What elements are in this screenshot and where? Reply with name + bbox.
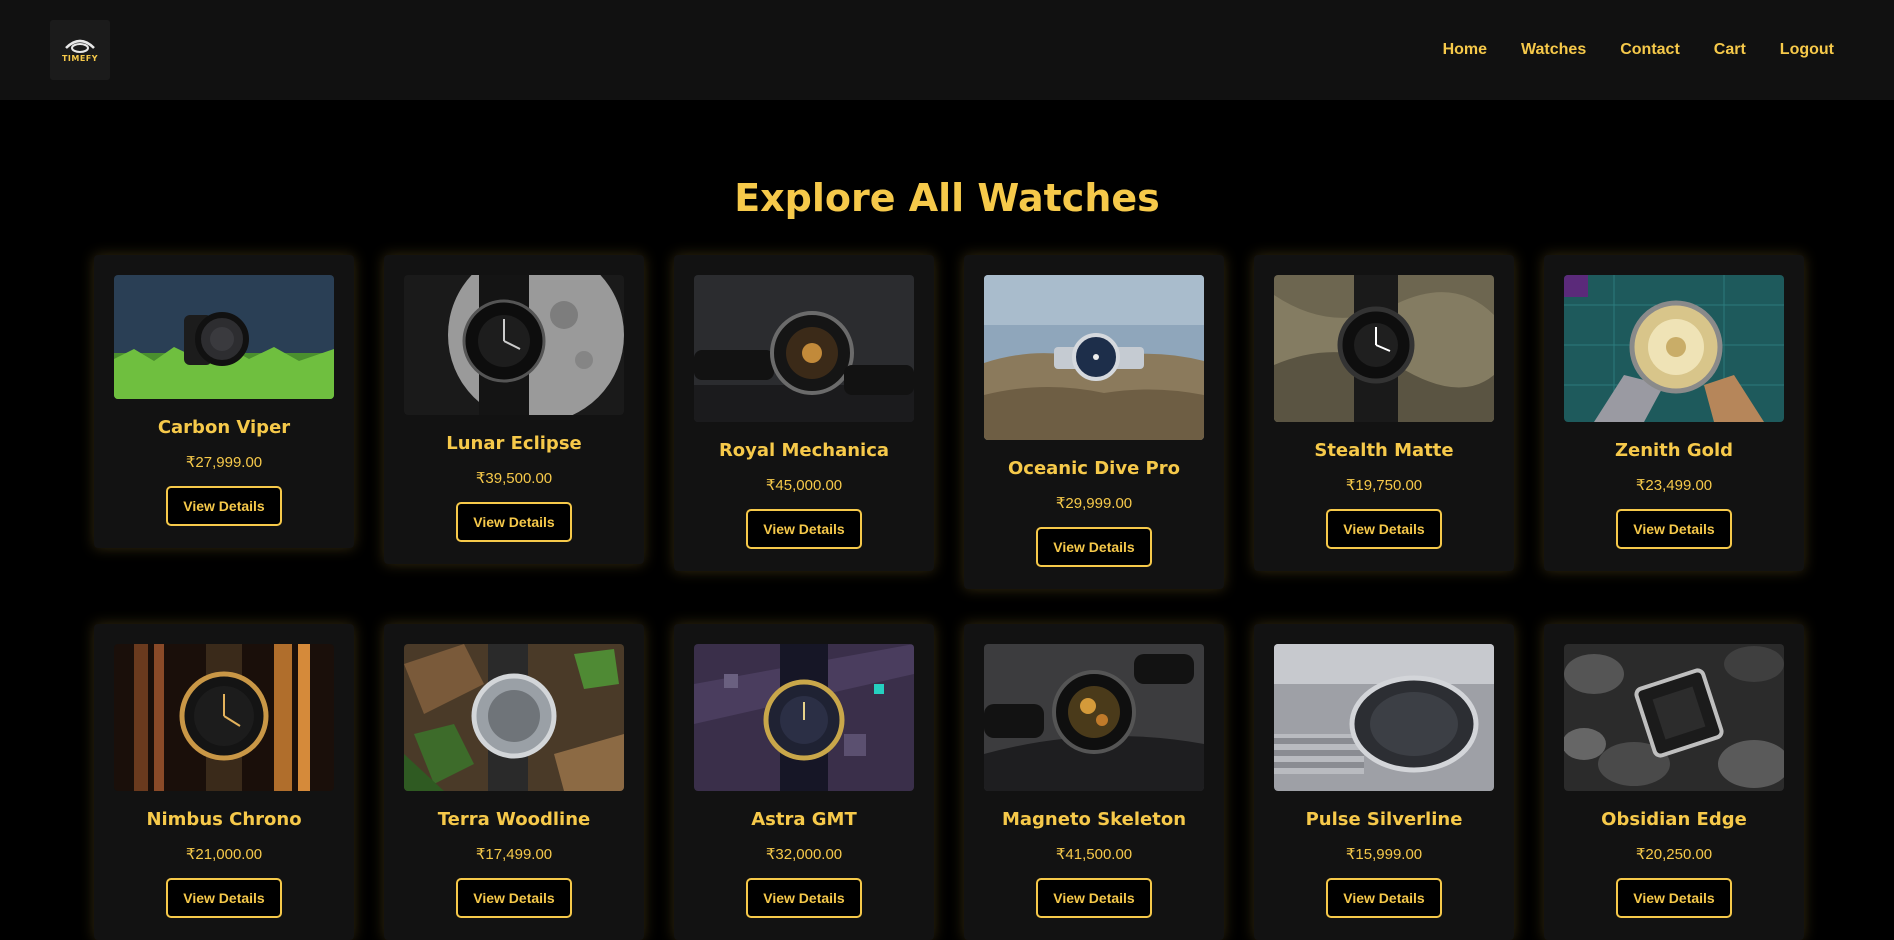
product-price: ₹41,500.00 (1055, 846, 1133, 863)
product-card: Magneto Skeleton ₹41,500.00 View Details (964, 624, 1224, 940)
product-price: ₹17,499.00 (475, 846, 553, 863)
view-details-button[interactable]: View Details (456, 878, 572, 918)
nav-cart-link[interactable]: Cart (1714, 41, 1746, 59)
view-details-button[interactable]: View Details (456, 502, 572, 542)
product-price: ₹20,250.00 (1635, 846, 1713, 863)
view-details-button[interactable]: View Details (166, 486, 282, 526)
product-card: Oceanic Dive Pro ₹29,999.00 View Details (964, 255, 1224, 589)
view-details-button[interactable]: View Details (1326, 509, 1442, 549)
product-image[interactable] (984, 275, 1204, 440)
product-row: Carbon Viper ₹27,999.00 View Details Lun… (94, 255, 1804, 589)
nav-contact-link[interactable]: Contact (1620, 41, 1680, 59)
product-name: Zenith Gold (1614, 440, 1734, 461)
product-price: ₹45,000.00 (765, 477, 843, 494)
product-image[interactable] (114, 275, 334, 399)
product-row: Nimbus Chrono ₹21,000.00 View Details Te… (94, 624, 1804, 940)
product-card: Obsidian Edge ₹20,250.00 View Details (1544, 624, 1804, 940)
product-card: Royal Mechanica ₹45,000.00 View Details (674, 255, 934, 571)
product-card: Zenith Gold ₹23,499.00 View Details (1544, 255, 1804, 571)
product-name: Royal Mechanica (718, 440, 890, 461)
view-details-button[interactable]: View Details (166, 878, 282, 918)
product-name: Lunar Eclipse (446, 433, 582, 454)
product-name: Pulse Silverline (1305, 809, 1463, 830)
view-details-button[interactable]: View Details (1036, 878, 1152, 918)
product-price: ₹15,999.00 (1345, 846, 1423, 863)
product-name: Magneto Skeleton (1001, 809, 1187, 830)
product-name: Obsidian Edge (1601, 809, 1747, 830)
product-price: ₹23,499.00 (1635, 477, 1713, 494)
product-card: Nimbus Chrono ₹21,000.00 View Details (94, 624, 354, 940)
product-card: Stealth Matte ₹19,750.00 View Details (1254, 255, 1514, 571)
nav-logout-link[interactable]: Logout (1780, 41, 1834, 59)
product-name: Stealth Matte (1314, 440, 1454, 461)
product-card: Lunar Eclipse ₹39,500.00 View Details (384, 255, 644, 564)
product-image[interactable] (694, 275, 914, 422)
product-image[interactable] (1274, 644, 1494, 791)
product-image[interactable] (984, 644, 1204, 791)
product-name: Oceanic Dive Pro (1007, 458, 1180, 479)
product-name: Astra GMT (751, 809, 857, 830)
view-details-button[interactable]: View Details (1616, 878, 1732, 918)
product-image[interactable] (114, 644, 334, 791)
product-name: Nimbus Chrono (146, 809, 302, 830)
brand-logo[interactable]: TIMEFY (50, 20, 110, 80)
navbar: TIMEFY Home Watches Contact Cart Logout (0, 0, 1894, 100)
product-name: Terra Woodline (437, 809, 591, 830)
product-image[interactable] (1564, 275, 1784, 422)
product-name: Carbon Viper (157, 417, 291, 438)
view-details-button[interactable]: View Details (746, 509, 862, 549)
main-nav: Home Watches Contact Cart Logout (1443, 41, 1834, 59)
product-image[interactable] (404, 275, 624, 415)
view-details-button[interactable]: View Details (746, 878, 862, 918)
product-price: ₹39,500.00 (475, 470, 553, 487)
product-image[interactable] (694, 644, 914, 791)
product-price: ₹27,999.00 (185, 454, 263, 471)
product-image[interactable] (404, 644, 624, 791)
nav-watches-link[interactable]: Watches (1521, 41, 1586, 59)
product-card: Pulse Silverline ₹15,999.00 View Details (1254, 624, 1514, 940)
brand-logo-text: TIMEFY (61, 54, 99, 63)
product-price: ₹32,000.00 (765, 846, 843, 863)
watch-logo-icon (65, 39, 95, 53)
product-card: Astra GMT ₹32,000.00 View Details (674, 624, 934, 940)
product-price: ₹19,750.00 (1345, 477, 1423, 494)
product-card: Carbon Viper ₹27,999.00 View Details (94, 255, 354, 548)
product-image[interactable] (1274, 275, 1494, 422)
product-card: Terra Woodline ₹17,499.00 View Details (384, 624, 644, 940)
view-details-button[interactable]: View Details (1616, 509, 1732, 549)
view-details-button[interactable]: View Details (1036, 527, 1152, 567)
page-title: Explore All Watches (734, 176, 1160, 220)
product-price: ₹21,000.00 (185, 846, 263, 863)
product-image[interactable] (1564, 644, 1784, 791)
product-price: ₹29,999.00 (1055, 495, 1133, 512)
nav-home-link[interactable]: Home (1443, 41, 1487, 59)
view-details-button[interactable]: View Details (1326, 878, 1442, 918)
